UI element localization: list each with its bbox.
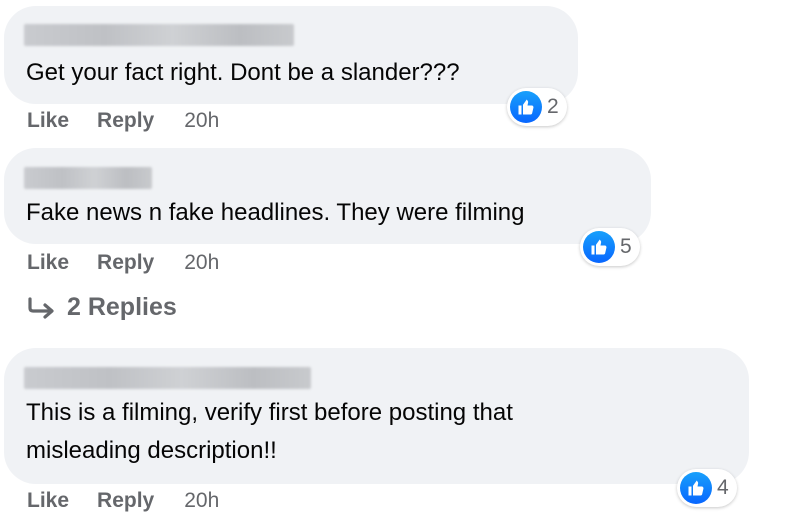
thumbs-up-icon bbox=[680, 472, 712, 504]
reaction-badge[interactable]: 4 bbox=[677, 469, 737, 507]
reaction-count: 4 bbox=[717, 476, 729, 499]
comment: This is a filming, verify first before p… bbox=[0, 0, 800, 520]
comment-timestamp[interactable]: 20h bbox=[184, 489, 219, 513]
reply-link[interactable]: Reply bbox=[97, 489, 154, 513]
comment-actions: Like Reply 20h bbox=[27, 489, 219, 513]
commenter-name-redacted[interactable] bbox=[24, 367, 311, 389]
comment-text: This is a filming, verify first before p… bbox=[26, 399, 513, 464]
like-link[interactable]: Like bbox=[27, 489, 69, 513]
